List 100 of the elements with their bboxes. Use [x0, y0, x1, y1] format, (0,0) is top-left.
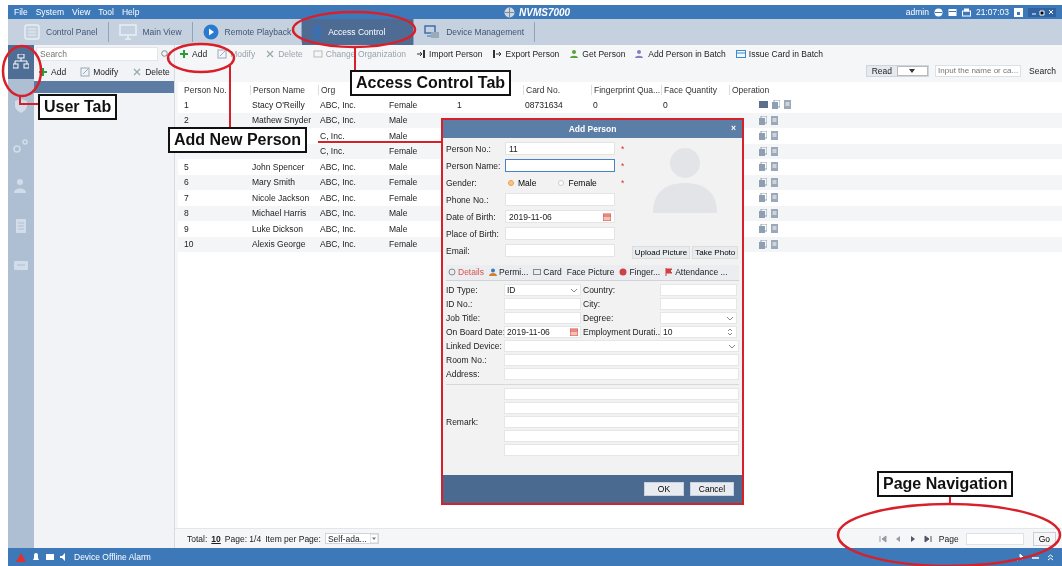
table-cell-text: Mathew Snyder: [251, 115, 313, 126]
page-label: Page: [938, 533, 959, 544]
table-cell-text: John Spencer: [251, 161, 306, 172]
field-label: Room No.:: [446, 355, 488, 365]
field-label: ID Type:: [446, 285, 479, 295]
dialog-title: Add Person: [568, 124, 617, 134]
field-label: On Board Date:: [446, 327, 504, 337]
search-field[interactable]: Input the name or ca...: [935, 64, 1022, 77]
field-label: Person No.:: [446, 143, 492, 154]
input-field[interactable]: 11: [505, 142, 615, 156]
dialog-tab[interactable]: Face Picture: [566, 267, 615, 277]
close-button[interactable]: ×: [731, 123, 736, 133]
toolbar-button[interactable]: Import Person: [416, 49, 483, 59]
table-cell-text: Mary Smith: [251, 177, 296, 188]
alarm-label: Device Offline Alarm: [74, 552, 151, 562]
field-label: Person Name:: [446, 160, 502, 171]
callout-label: Add New Person: [168, 127, 308, 153]
field-label: Date of Birth:: [446, 211, 497, 222]
toolbar-button[interactable]: Export Person: [492, 49, 560, 59]
table-cell-text: 1: [456, 99, 463, 110]
table-cell-text: Luke Dickson: [251, 223, 305, 234]
field-label: ID No.:: [446, 299, 474, 309]
input-field[interactable]: 10: [660, 326, 737, 338]
menu-item[interactable]: Tool: [98, 7, 114, 17]
table-cell-text: 6: [183, 177, 190, 188]
table-cell-text: ABC, Inc.: [319, 208, 357, 219]
radio-option[interactable]: Male: [508, 177, 537, 188]
dialog-button[interactable]: OK: [644, 482, 684, 496]
column-header: Card No.: [523, 84, 591, 95]
toolbar-button[interactable]: Issue Card in Batch: [735, 49, 824, 59]
field-label: City:: [582, 299, 601, 309]
table-cell-text: Michael Harris: [251, 208, 308, 219]
field-label: Remark:: [446, 416, 480, 427]
table-cell-text: Female: [388, 239, 419, 250]
toolbar-button[interactable]: Modify: [80, 66, 119, 77]
total-label: Total:: [187, 533, 208, 544]
table-cell-text: C, Inc.: [319, 130, 346, 141]
go-button[interactable]: Go: [1032, 531, 1056, 546]
field-label: Job Title:: [446, 313, 482, 323]
table-cell-text: 9: [183, 223, 190, 234]
table-cell-text: 0: [592, 99, 599, 110]
page-info: Page: 1/4: [224, 533, 262, 544]
column-header: Person No.: [183, 84, 228, 95]
field-label: Linked Device:: [446, 341, 503, 351]
table-cell-text: ABC, Inc.: [319, 161, 357, 172]
dialog-tab[interactable]: Permi...: [489, 267, 529, 277]
field-label: Degree:: [582, 313, 615, 323]
module-tab[interactable]: Control Panel: [14, 22, 109, 42]
dialog-tab[interactable]: Card: [533, 267, 562, 277]
menu-item[interactable]: View: [72, 7, 91, 17]
field-label: Gender:: [446, 177, 478, 188]
module-tab[interactable]: Remote Playback: [192, 22, 303, 42]
callout-label: Access Control Tab: [350, 70, 512, 96]
clock-time: 21:07:03: [975, 7, 1009, 17]
column-header: Person Name: [250, 84, 318, 95]
menu-item[interactable]: File: [14, 7, 28, 17]
per-page-dropdown[interactable]: Self-ada...: [324, 533, 379, 544]
column-header: Fingerprint Qua...: [591, 84, 661, 95]
input-field[interactable]: ID: [504, 284, 581, 296]
table-cell-text: ABC, Inc.: [319, 239, 357, 250]
table-cell-text: ABC, Inc.: [319, 115, 357, 126]
photo-button[interactable]: Take Photo: [692, 245, 739, 259]
menu-item[interactable]: Help: [121, 7, 140, 17]
callout-label: Page Navigation: [877, 471, 1014, 497]
user-name: admin: [905, 7, 929, 17]
search-button[interactable]: Search: [1027, 65, 1056, 76]
field-label: Email:: [446, 245, 471, 256]
toolbar-button[interactable]: Add: [38, 66, 67, 77]
table-cell-text: C, Inc.: [319, 146, 346, 157]
toolbar-button[interactable]: Delete: [132, 66, 170, 77]
table-cell-text: 8: [183, 208, 190, 219]
field-label: Employment Durati...: [582, 327, 660, 337]
table-cell-text: Female: [388, 99, 419, 110]
table-cell-text: ABC, Inc.: [319, 99, 357, 110]
module-tab[interactable]: Device Management: [414, 22, 536, 42]
module-tab[interactable]: Access Control: [302, 19, 415, 45]
column-header: Operation: [729, 84, 1062, 95]
toolbar-button[interactable]: Add Person in Batch: [635, 49, 726, 59]
photo-button[interactable]: Upload Picture: [631, 245, 691, 259]
menu-item[interactable]: System: [35, 7, 65, 17]
callout-label: User Tab: [38, 94, 118, 120]
dialog-tab[interactable]: Attendance ...: [665, 267, 728, 277]
field-label: Place of Birth:: [446, 228, 500, 239]
radio-option[interactable]: Female: [558, 177, 597, 188]
input-field[interactable]: 2019-11-06: [505, 210, 615, 224]
dialog-tab[interactable]: Finger...: [619, 267, 661, 277]
app-title: NVMS7000: [519, 6, 571, 18]
dialog-button[interactable]: Cancel: [690, 482, 734, 496]
field-label: Address:: [446, 369, 481, 379]
mode-dropdown[interactable]: Read: [866, 64, 930, 77]
input-field[interactable]: 2019-11-06: [504, 326, 581, 338]
per-page-label: Item per Page:: [265, 533, 321, 544]
toolbar-button[interactable]: Add: [179, 49, 208, 59]
field-label: Phone No.:: [446, 194, 490, 205]
table-cell-text: ABC, Inc.: [319, 177, 357, 188]
module-tab[interactable]: Main View: [108, 22, 193, 42]
table-cell-text: ABC, Inc.: [319, 223, 357, 234]
dialog-tab[interactable]: Details: [448, 267, 484, 277]
toolbar-button[interactable]: Get Person: [569, 49, 626, 59]
search-field[interactable]: Search: [36, 47, 158, 61]
